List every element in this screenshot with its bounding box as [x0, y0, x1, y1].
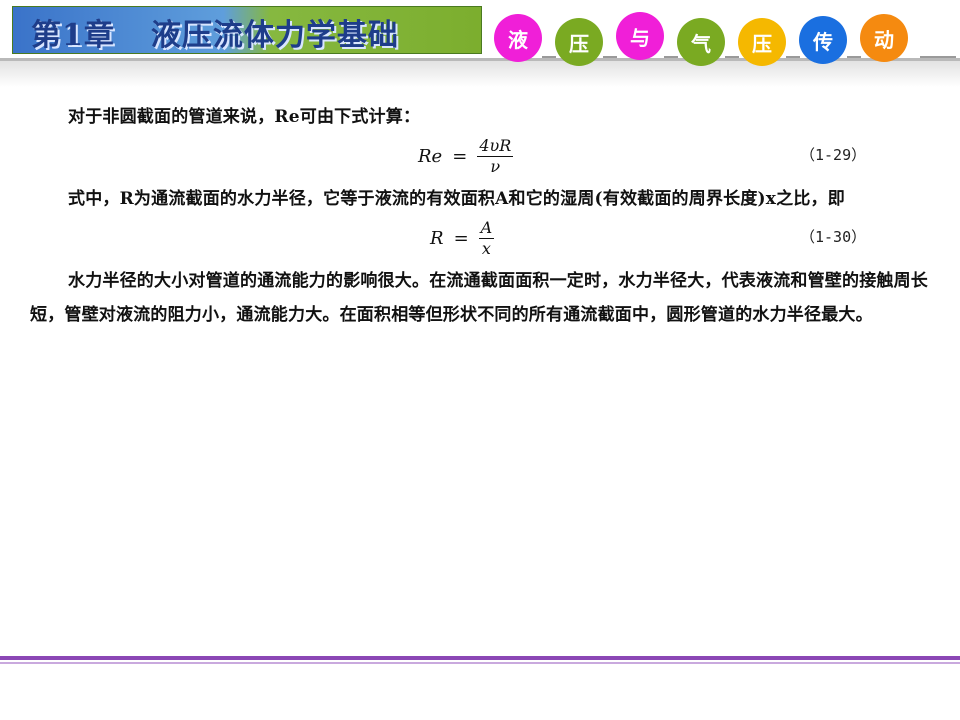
eq1-numerator: 4υR — [477, 136, 514, 157]
eq1-equals: = — [452, 146, 468, 167]
chapter-name: 液压流体力学基础 — [150, 18, 399, 53]
footer-divider-light — [0, 662, 960, 664]
course-title-circles: 液压与气压传动 — [494, 12, 924, 68]
chapter-title-banner: 第1章 液压流体力学基础 — [12, 6, 482, 54]
circle-connector — [664, 56, 678, 58]
slide-content: 对于非圆截面的管道来说，Re可由下式计算： Re = 4υR ν （1-29） … — [30, 100, 935, 332]
course-char-circle: 气 — [677, 18, 725, 66]
eq2-lhs: R — [430, 228, 444, 249]
eq1-lhs: Re — [418, 146, 443, 167]
course-char-circle: 压 — [555, 18, 603, 66]
circle-connector — [603, 56, 617, 58]
course-char-circle: 传 — [799, 16, 847, 64]
paragraph-3: 水力半径的大小对管道的通流能力的影响很大。在流通截面面积一定时，水力半径大，代表… — [30, 271, 928, 325]
equation-1-30: R = A x （1-30） — [30, 216, 935, 264]
course-char-circle: 动 — [860, 14, 908, 62]
equation-2: R = A x — [430, 218, 495, 259]
eq2-number: （1-30） — [800, 228, 867, 246]
eq1-denominator: ν — [490, 157, 501, 176]
equation-1-29: Re = 4υR ν （1-29） — [30, 134, 935, 182]
course-char-circle: 压 — [738, 18, 786, 66]
course-char-circle: 与 — [616, 12, 664, 60]
eq2-numerator: A — [478, 218, 495, 239]
equation-1: Re = 4υR ν — [418, 136, 514, 177]
circle-connector — [542, 56, 556, 58]
chapter-title: 第1章 液压流体力学基础 — [31, 10, 399, 54]
paragraph-1: 对于非圆截面的管道来说，Re可由下式计算： — [68, 107, 421, 127]
eq2-fraction: A x — [478, 218, 495, 259]
eq2-denominator: x — [481, 239, 491, 258]
circle-connector — [786, 56, 800, 58]
circle-connector — [725, 56, 739, 58]
header-tail-dash — [920, 56, 956, 58]
eq1-number: （1-29） — [800, 146, 867, 164]
chapter-number: 第1章 — [31, 18, 115, 53]
slide-header: 第1章 液压流体力学基础 液压与气压传动 — [0, 0, 960, 92]
paragraph-2: 式中，R为通流截面的水力半径，它等于液流的有效面积A和它的湿周(有效截面的周界长… — [68, 189, 845, 209]
eq1-fraction: 4υR ν — [477, 136, 514, 177]
course-char-circle: 液 — [494, 14, 542, 62]
eq2-equals: = — [453, 228, 469, 249]
circle-connector — [847, 56, 861, 58]
footer-divider — [0, 656, 960, 660]
